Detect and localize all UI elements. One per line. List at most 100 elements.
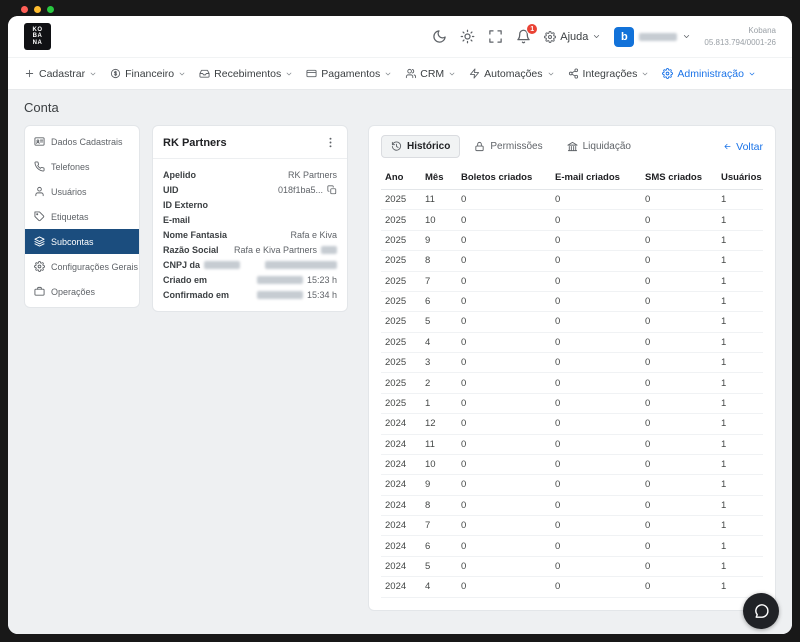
table-cell: 0 [457,373,551,393]
nav-item-integracoes[interactable]: Integrações [568,68,650,80]
back-link[interactable]: Voltar [723,141,763,153]
sidebar-item-operacoes[interactable]: Operações [25,279,139,304]
table-row: 202560001 [381,291,763,311]
nav-item-crm[interactable]: CRM [405,68,456,80]
field-label-text: E-mail [163,215,190,225]
table-cell: 2025 [381,230,421,250]
table-cell: 0 [457,556,551,576]
tab-permissoes[interactable]: Permissões [464,135,552,158]
sidebar-item-configuracoes-gerais[interactable]: Configurações Gerais [25,254,139,279]
history-table: AnoMêsBoletos criadosE-mail criadosSMS c… [381,166,763,598]
table-cell: 0 [457,393,551,413]
kebab-menu-icon[interactable] [324,136,337,149]
table-cell: 0 [641,251,717,271]
table-cell: 0 [551,454,641,474]
gear-icon [662,68,673,79]
table-cell: 10 [421,210,457,230]
tab-historico[interactable]: Histórico [381,135,460,158]
sidebar-item-usuarios[interactable]: Usuários [25,179,139,204]
table-cell: 0 [457,291,551,311]
table-cell: 2024 [381,577,421,597]
table-cell: 2025 [381,353,421,373]
account-name-redacted [639,33,677,41]
tab-label: Permissões [490,141,542,152]
fullscreen-icon[interactable] [488,29,503,44]
table-cell: 2025 [381,393,421,413]
redacted-text [204,261,240,269]
gear-icon [34,261,45,272]
sidebar-item-label: Subcontas [51,237,94,247]
sidebar-item-label: Operações [51,287,95,297]
sidebar-item-etiquetas[interactable]: Etiquetas [25,204,139,229]
tag-icon [34,211,45,222]
nav-item-automacoes[interactable]: Automações [469,68,554,80]
field-value-text: 018f1ba5... [278,185,323,195]
detail-field-id-externo: ID Externo [163,197,337,212]
table-cell: 0 [641,414,717,434]
table-row: 2024100001 [381,454,763,474]
table-cell: 8 [421,495,457,515]
light-mode-icon[interactable] [460,29,475,44]
table-cell: 7 [421,516,457,536]
nav-item-pagamentos[interactable]: Pagamentos [306,68,392,80]
field-value: 15:23 h [257,275,337,285]
redacted-text [257,291,303,299]
users-icon [405,68,416,79]
close-window-button[interactable] [21,6,28,13]
kobana-logo[interactable]: KO BA NA [24,23,51,50]
sidebar-item-dados-cadastrais[interactable]: Dados Cadastrais [25,129,139,154]
table-cell: 0 [551,434,641,454]
field-label-text: UID [163,185,179,195]
nav-item-label: Administração [677,68,744,80]
table-cell: 2025 [381,190,421,210]
chat-button[interactable] [743,593,779,629]
sidebar-item-telefones[interactable]: Telefones [25,154,139,179]
sidebar-item-subcontas[interactable]: Subcontas [25,229,139,254]
table-cell: 1 [717,312,763,332]
zoom-window-button[interactable] [47,6,54,13]
table-row: 202470001 [381,516,763,536]
table-cell: 2024 [381,516,421,536]
account-avatar: b [614,27,634,47]
table-row: 2025100001 [381,210,763,230]
table-cell: 0 [641,312,717,332]
table-row: 202590001 [381,230,763,250]
copy-icon[interactable] [327,185,337,195]
org-name: Kobana [704,25,776,37]
logo-line: NA [33,40,43,47]
table-cell: 0 [457,516,551,536]
table-cell: 6 [421,536,457,556]
minimize-window-button[interactable] [34,6,41,13]
account-menu[interactable]: b [614,27,691,47]
table-cell: 0 [641,516,717,536]
layers-icon [34,236,45,247]
nav-item-financeiro[interactable]: Financeiro [110,68,186,80]
table-row: 2025110001 [381,190,763,210]
dark-mode-icon[interactable] [432,29,447,44]
table-row: 202570001 [381,271,763,291]
field-label-text: Confirmado em [163,290,229,300]
tab-liquidacao[interactable]: Liquidação [557,135,641,158]
field-label-text: Razão Social [163,245,219,255]
nav-item-administracao[interactable]: Administração [662,68,756,80]
redacted-text [265,261,337,269]
table-cell: 0 [457,414,551,434]
chevron-down-icon [178,70,186,78]
nav-item-recebimentos[interactable]: Recebimentos [199,68,293,80]
help-menu[interactable]: Ajuda [544,31,601,43]
chevron-down-icon [682,32,691,41]
id-card-icon [34,136,45,147]
table-cell: 3 [421,353,457,373]
nav-item-label: Cadastrar [39,68,85,80]
table-cell: 2024 [381,434,421,454]
notifications-button[interactable]: 1 [516,29,531,44]
field-value: 018f1ba5... [278,185,337,195]
table-cell: 7 [421,271,457,291]
card-icon [306,68,317,79]
nav-item-label: Integrações [583,68,638,80]
nav-item-cadastrar[interactable]: Cadastrar [24,68,97,80]
table-cell: 8 [421,251,457,271]
table-cell: 0 [641,556,717,576]
table-cell: 1 [717,434,763,454]
table-cell: 1 [717,475,763,495]
